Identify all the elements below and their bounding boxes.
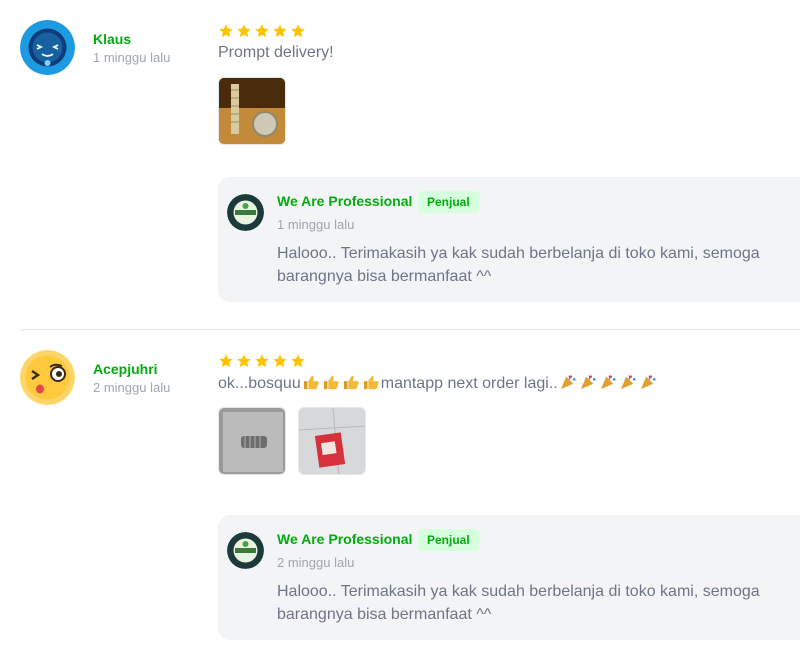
reply-time: 2 minggu lalu — [277, 555, 355, 570]
review-photos — [218, 407, 366, 475]
review-photo[interactable] — [298, 407, 366, 475]
star-icon — [237, 354, 251, 368]
avatar-emoji-face-icon — [20, 350, 75, 405]
thumbs-up-emoji — [363, 375, 379, 390]
reply-text: Halooo.. Terimakasih ya kak sudah berbel… — [277, 583, 760, 623]
magnet-stack-photo — [219, 78, 285, 144]
party-popper-emoji — [600, 375, 616, 390]
shop-logo-icon — [227, 194, 264, 231]
rating-stars — [218, 23, 306, 39]
review-photo[interactable] — [218, 77, 286, 145]
magnet-packet-photo — [219, 408, 285, 474]
seller-badge: Penjual — [418, 529, 479, 551]
seller-logo[interactable] — [227, 194, 264, 231]
star-icon — [291, 354, 305, 368]
review-time: 1 minggu lalu — [93, 50, 171, 65]
review-text-part: mantapp next order lagi.. — [380, 375, 558, 392]
review-item: Acepjuhri 2 minggu lalu ok...bosquu manta… — [0, 330, 800, 653]
seller-name[interactable]: We Are Professional — [277, 531, 412, 547]
party-popper-emoji — [580, 375, 596, 390]
review-photo[interactable] — [218, 407, 286, 475]
star-icon — [273, 24, 287, 38]
reply-text: Halooo.. Terimakasih ya kak sudah berbel… — [277, 245, 760, 285]
review-item: Klaus 1 minggu lalu Prompt delivery! We … — [0, 0, 800, 330]
star-icon — [237, 24, 251, 38]
rating-stars — [218, 353, 306, 369]
seller-logo[interactable] — [227, 532, 264, 569]
review-text: ok...bosquu mantapp next order lagi.. — [218, 374, 658, 393]
thumbs-up-emoji — [343, 375, 359, 390]
review-text-part: ok...bosquu — [218, 375, 301, 392]
user-avatar[interactable] — [20, 350, 75, 405]
red-box-photo — [299, 408, 365, 474]
star-icon — [273, 354, 287, 368]
seller-reply: We Are Professional Penjual 1 minggu lal… — [218, 177, 800, 302]
reviewer-name[interactable]: Acepjuhri — [93, 361, 158, 377]
seller-reply: We Are Professional Penjual 2 minggu lal… — [218, 515, 800, 640]
seller-name[interactable]: We Are Professional — [277, 193, 412, 209]
reviewer-name[interactable]: Klaus — [93, 31, 131, 47]
user-avatar[interactable] — [20, 20, 75, 75]
thumbs-up-emoji — [303, 375, 319, 390]
star-icon — [255, 354, 269, 368]
review-photos — [218, 77, 286, 145]
thumbs-up-emoji — [323, 375, 339, 390]
party-popper-emoji — [560, 375, 576, 390]
party-popper-emoji — [620, 375, 636, 390]
star-icon — [219, 354, 233, 368]
star-icon — [255, 24, 269, 38]
seller-badge: Penjual — [418, 191, 479, 213]
star-icon — [291, 24, 305, 38]
reply-time: 1 minggu lalu — [277, 217, 355, 232]
avatar-robot-icon — [20, 20, 75, 75]
review-time: 2 minggu lalu — [93, 380, 171, 395]
shop-logo-icon — [227, 532, 264, 569]
star-icon — [219, 24, 233, 38]
review-text: Prompt delivery! — [218, 44, 334, 61]
party-popper-emoji — [640, 375, 656, 390]
